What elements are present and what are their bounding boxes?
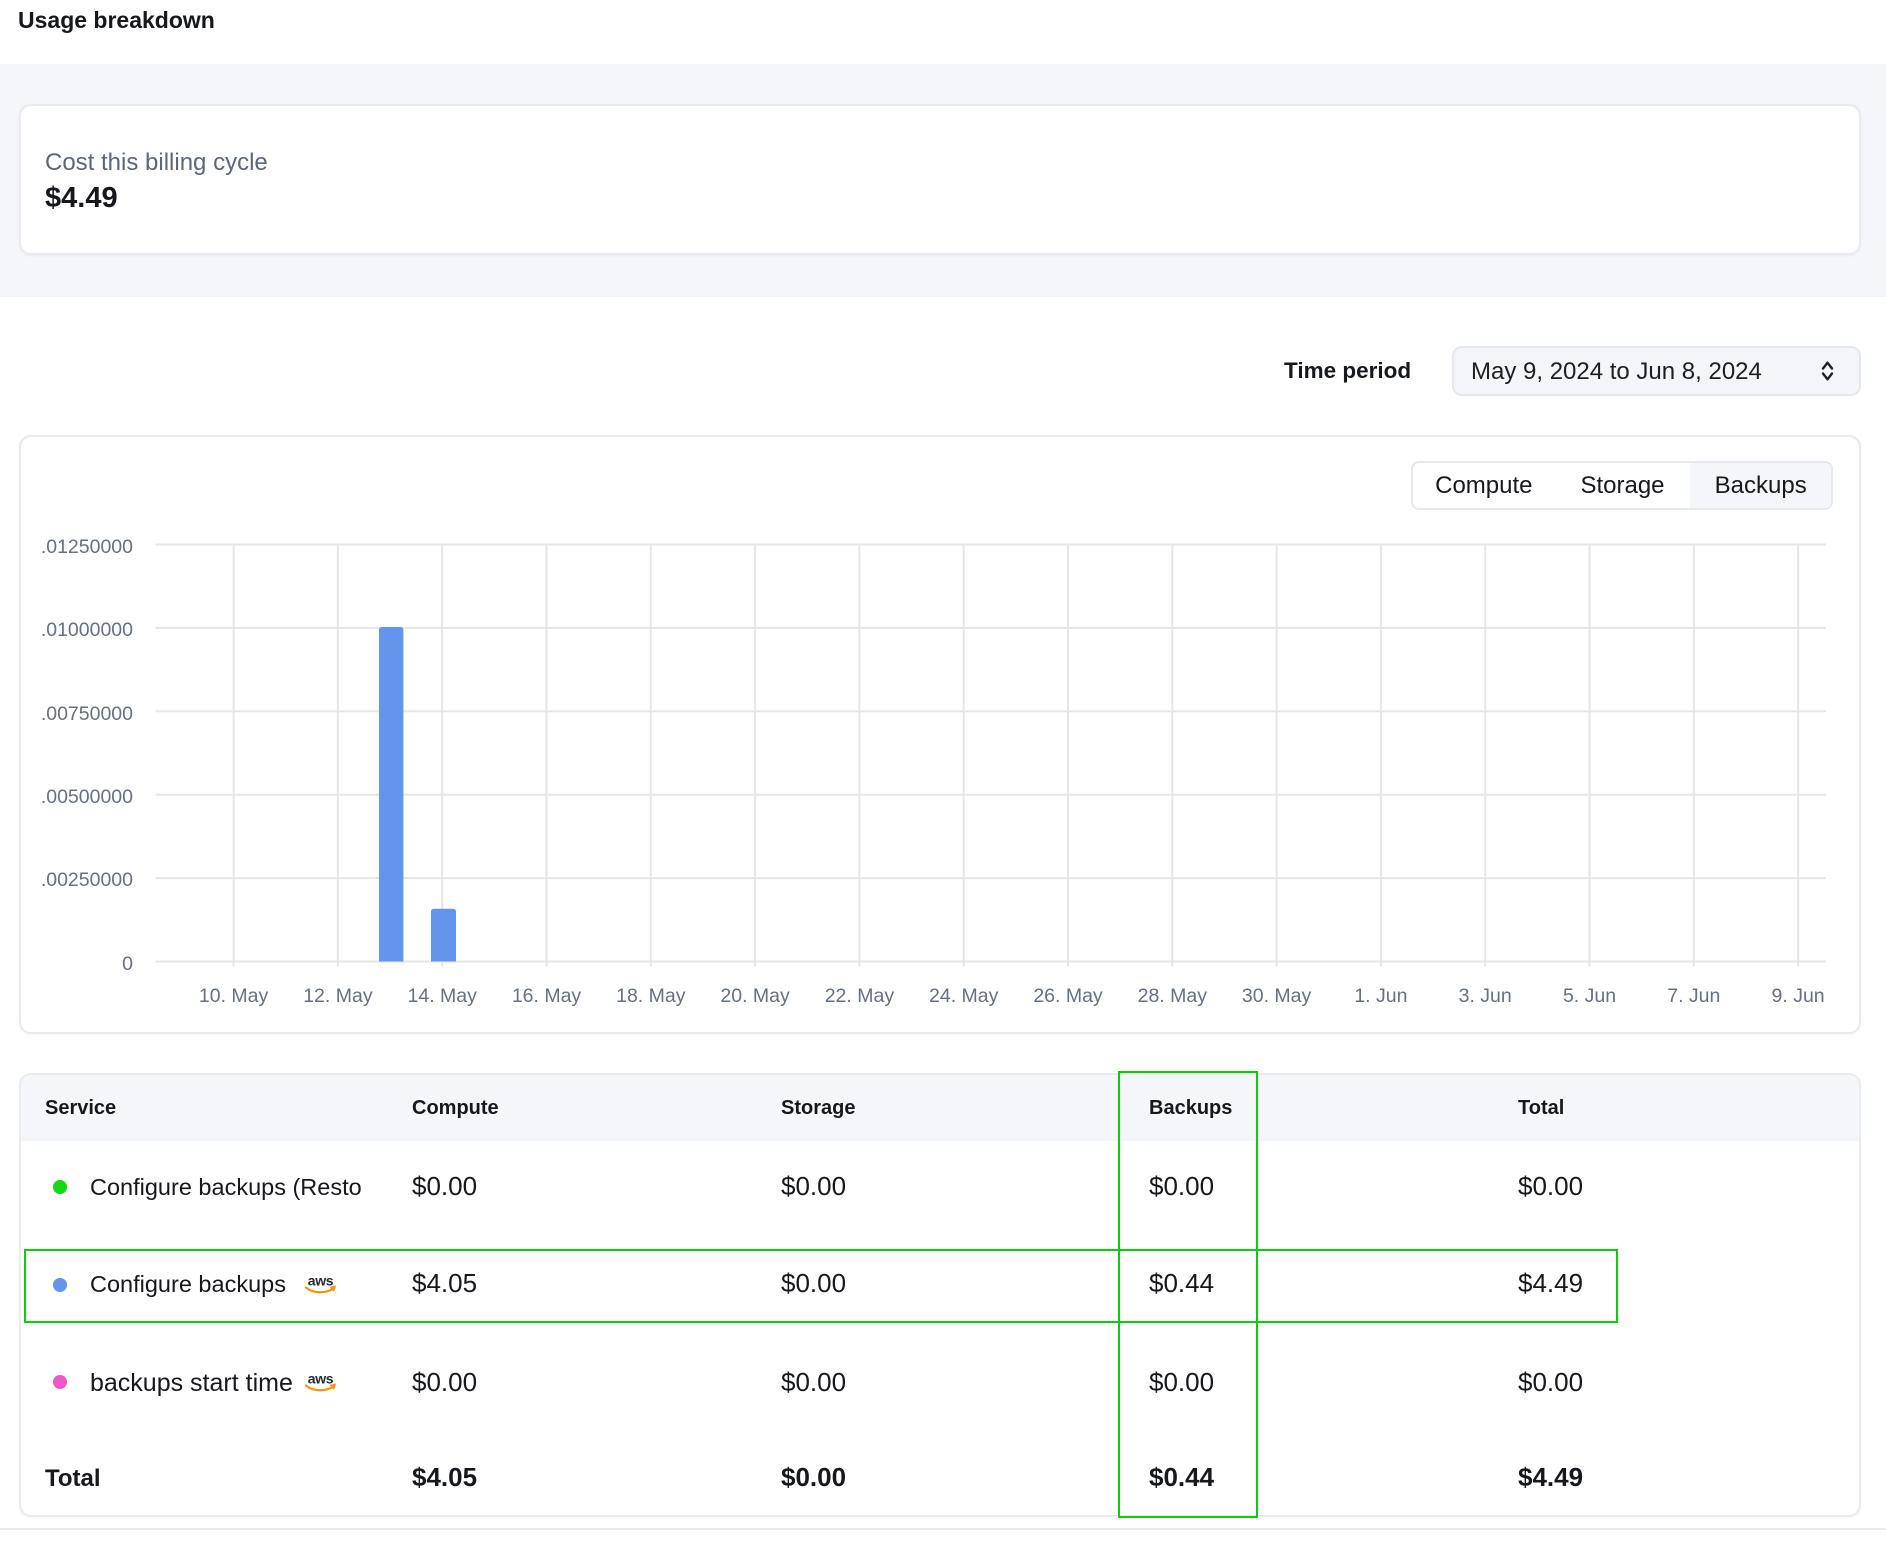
svg-text:aws: aws	[308, 1370, 334, 1386]
